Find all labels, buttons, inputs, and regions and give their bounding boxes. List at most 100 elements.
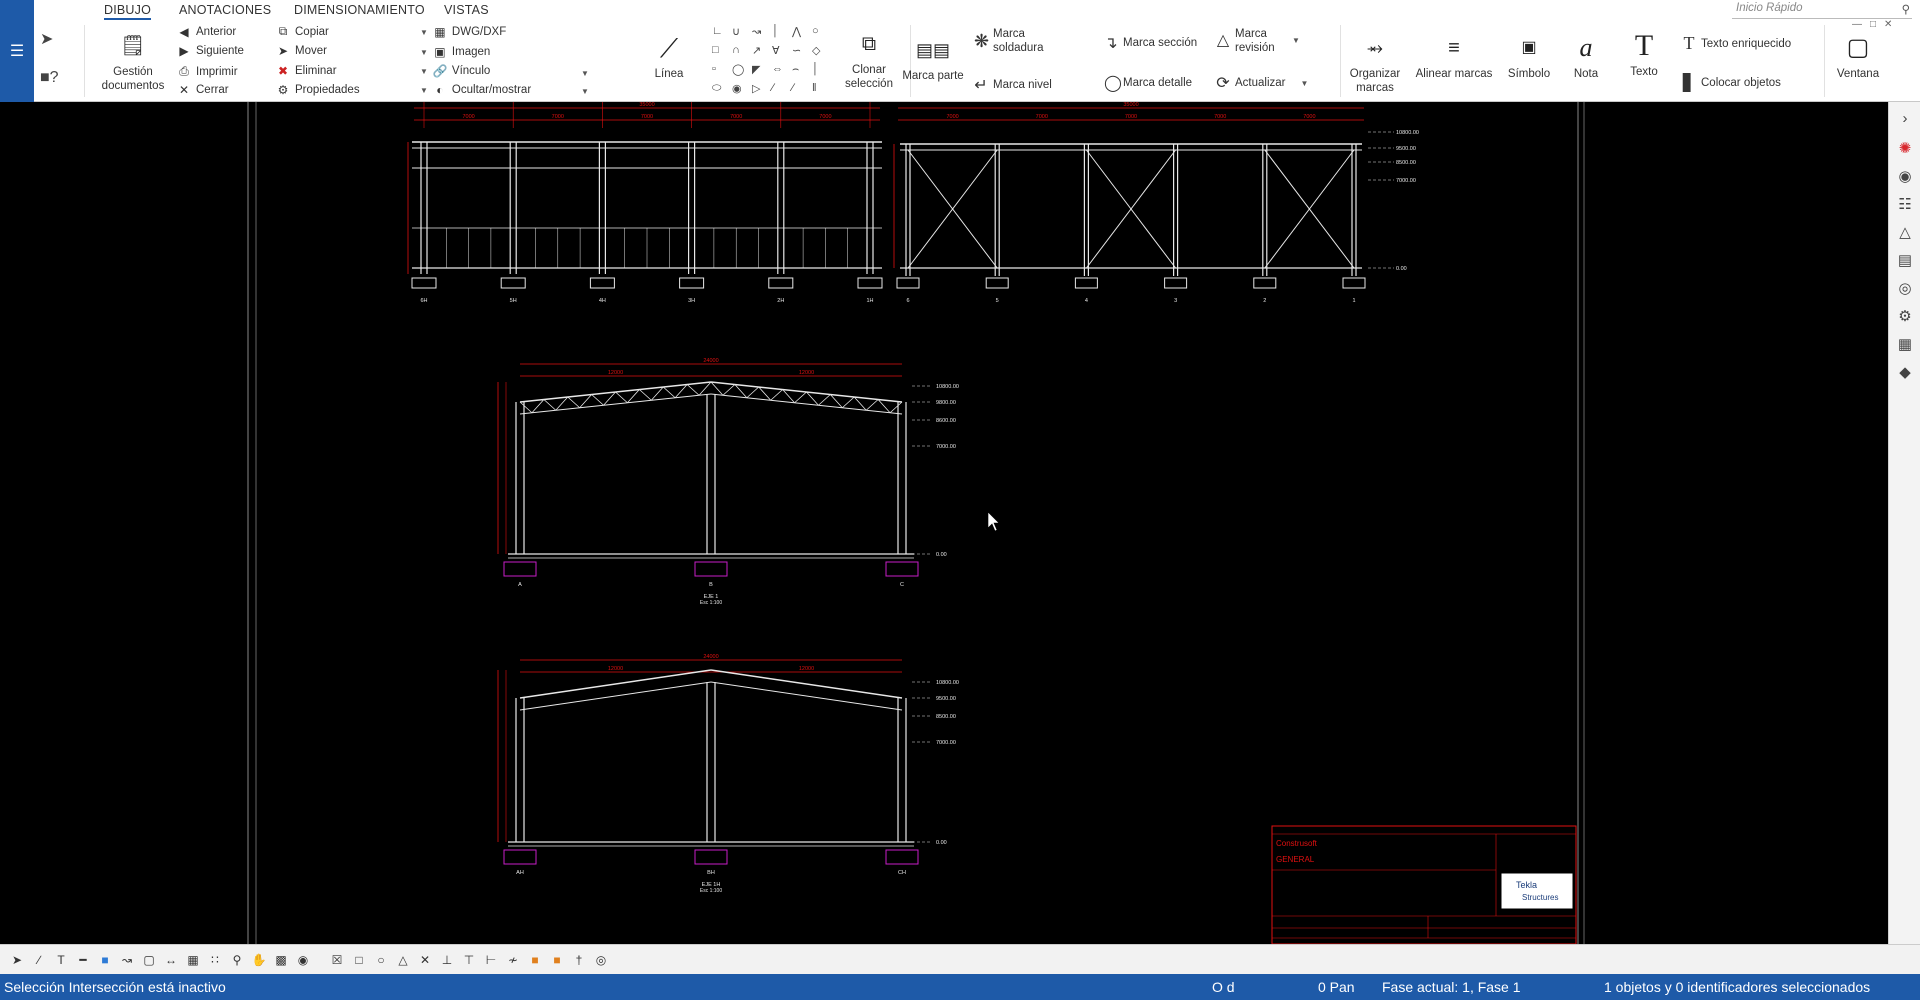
shape-tool-icon[interactable]: ○ [812,25,819,37]
snap-near-icon[interactable]: ≁ [504,951,522,969]
section-mark-button[interactable]: ↴ Marca sección [1104,33,1197,53]
move-button[interactable]: ➤ Mover [276,44,327,58]
text-tool-icon[interactable]: T [52,951,70,969]
learning-icon[interactable]: △ [1889,220,1920,246]
shape-tool-icon[interactable]: ◯ [732,63,744,76]
rectangle-icon[interactable]: ▢ [140,951,158,969]
shape-tool-icon[interactable]: │ [812,63,819,75]
pointer-icon[interactable]: ➤ [8,951,26,969]
shape-tool-icon[interactable]: │ [772,25,779,37]
expand-panel-icon[interactable]: › [1889,106,1920,132]
clone-selection-button[interactable]: ⧉ Clonar selección [834,29,904,91]
tab-dibujo[interactable]: DIBUJO [104,3,152,20]
previous-button[interactable]: ◀ Anterior [177,25,236,39]
select-arrow-icon[interactable]: ➤ [40,29,53,49]
next-button[interactable]: ▶ Siguiente [177,44,244,58]
shape-tool-icon[interactable]: ▷ [752,82,760,95]
document-icon[interactable]: ▤ [1889,248,1920,274]
line-tool-icon[interactable]: ∕ [30,951,48,969]
tab-anotaciones[interactable]: ANOTACIONES [179,3,271,17]
shape-tool-icon[interactable]: ⇔ [772,63,783,75]
tab-vistas[interactable]: VISTAS [444,3,489,17]
shape-tool-icon[interactable]: ∕ [772,82,774,94]
tab-dimensionamiento[interactable]: DIMENSIONAMIENTO [294,3,425,17]
place-objects-button[interactable]: ▋ Colocar objetos [1682,73,1781,93]
image-button[interactable]: ▼ ▣ Imagen [420,45,490,59]
grid-tools-icon[interactable]: ▦ [1889,332,1920,358]
revision-mark-button[interactable]: △ Marca revisión ▼ [1216,27,1300,55]
shape-tool-icon[interactable]: ∕ [792,82,794,94]
shape-tool-icon[interactable]: ∩ [732,44,740,56]
snap-x-icon[interactable]: ✕ [416,951,434,969]
shape-tool-icon[interactable]: ▫ [712,63,716,75]
document-manager-button[interactable]: 🗒 Gestión documentos [98,31,168,93]
settings-icon[interactable]: ⚙ [1889,304,1920,330]
drawing-canvas[interactable]: 35000 7000 7000 7000 7000 7000 6H 5H 4H 3H 2H 1H 350… [0,102,1888,944]
measure-icon[interactable]: ↔ [162,951,180,969]
tag-icon[interactable]: ◆ [1889,360,1920,386]
shape-tool-icon[interactable]: ‖ [812,82,817,94]
view-eye-icon[interactable]: ◎ [592,951,610,969]
shape-tool-icon[interactable]: ⬭ [712,82,721,95]
shape-tool-icon[interactable]: ∪ [732,25,740,38]
delete-button[interactable]: ✖ Eliminar [276,64,337,78]
view-icon[interactable]: ◉ [1889,164,1920,190]
shape-tool-icon[interactable]: ◇ [812,44,820,57]
hide-show-button[interactable]: ▼ ◐ Ocultar/mostrar [420,83,531,97]
shape-tool-icon[interactable]: □ [712,44,719,56]
snap-triangle-icon[interactable]: △ [394,951,412,969]
eye-icon[interactable]: ◉ [294,951,312,969]
help-icon[interactable]: ■? [40,69,59,87]
snap-perp-icon[interactable]: ⊥ [438,951,456,969]
window-controls[interactable]: —□✕ [1852,19,1900,30]
shape-tool-icon[interactable]: ◤ [752,63,760,76]
shape-tool-icon[interactable]: ↝ [752,25,761,38]
detail-mark-button[interactable]: ◯ Marca detalle [1104,73,1192,93]
align-marks-button[interactable]: ≡ Alinear marcas [1414,33,1494,81]
snap-circle-icon[interactable]: ○ [372,951,390,969]
shape-tool-icon[interactable]: ∀ [772,44,780,57]
level-mark-button[interactable]: ↵ Marca nivel [974,75,1052,95]
dots-icon[interactable]: ∷ [206,951,224,969]
main-menu-button[interactable]: ☰ [0,0,34,102]
chevron-down-icon[interactable]: ▼ [581,69,589,78]
grid-icon[interactable]: ▦ [184,951,202,969]
globe-icon[interactable]: ◎ [1889,276,1920,302]
shape-tool-icon[interactable]: ⌢ [792,63,799,76]
rich-text-button[interactable]: T Texto enriquecido [1682,33,1792,54]
polyline-icon[interactable]: ↝ [118,951,136,969]
catalog-icon[interactable]: ✺ [1889,136,1920,162]
link-button[interactable]: ▼ 🔗 Vínculo [420,64,490,78]
snap-box-icon[interactable]: ☒ [328,951,346,969]
dwg-button[interactable]: ▼ ▦ DWG/DXF [420,25,506,39]
zoom-icon[interactable]: ⚲ [228,951,246,969]
note-button[interactable]: a Nota [1564,33,1608,81]
window-button[interactable]: ▢ Ventana [1826,33,1890,81]
orange-box-icon[interactable]: ■ [526,951,544,969]
text-button[interactable]: T Texto [1622,31,1666,79]
quick-search-input[interactable]: Inicio Rápido ⚲ [1732,2,1912,19]
chevron-down-icon[interactable]: ▼ [581,87,589,96]
shape-tool-icon[interactable]: ↗ [752,44,761,57]
snap-free-icon[interactable]: † [570,951,588,969]
organize-marks-button[interactable]: ⥇ Organizar marcas [1344,33,1406,95]
orange-box2-icon[interactable]: ■ [548,951,566,969]
dimension-tool-icon[interactable]: ━ [74,951,92,969]
shape-tool-icon[interactable]: ∽ [792,44,801,57]
snap-square-icon[interactable]: □ [350,951,368,969]
update-button[interactable]: ⟳ Actualizar ▼ [1216,73,1308,93]
shape-tool-icon[interactable]: ◉ [732,82,742,95]
shape-tool-icon[interactable]: ⋀ [792,25,801,38]
properties-button[interactable]: ⚙ Propiedades [276,83,360,97]
snap-mid-icon[interactable]: ⊤ [460,951,478,969]
print-button[interactable]: ⎙ Imprimir [177,64,237,79]
copy-button[interactable]: ⧉ Copiar [276,24,329,39]
close-button[interactable]: ✕ Cerrar [177,83,229,97]
weld-mark-button[interactable]: ❋ Marca soldadura [974,27,1049,55]
fill-icon[interactable]: ■ [96,951,114,969]
snap-end-icon[interactable]: ⊢ [482,951,500,969]
pattern-icon[interactable]: ▩ [272,951,290,969]
library-icon[interactable]: ☷ [1889,192,1920,218]
hand-icon[interactable]: ✋ [250,951,268,969]
symbol-button[interactable]: ▣ Símbolo [1504,33,1554,81]
